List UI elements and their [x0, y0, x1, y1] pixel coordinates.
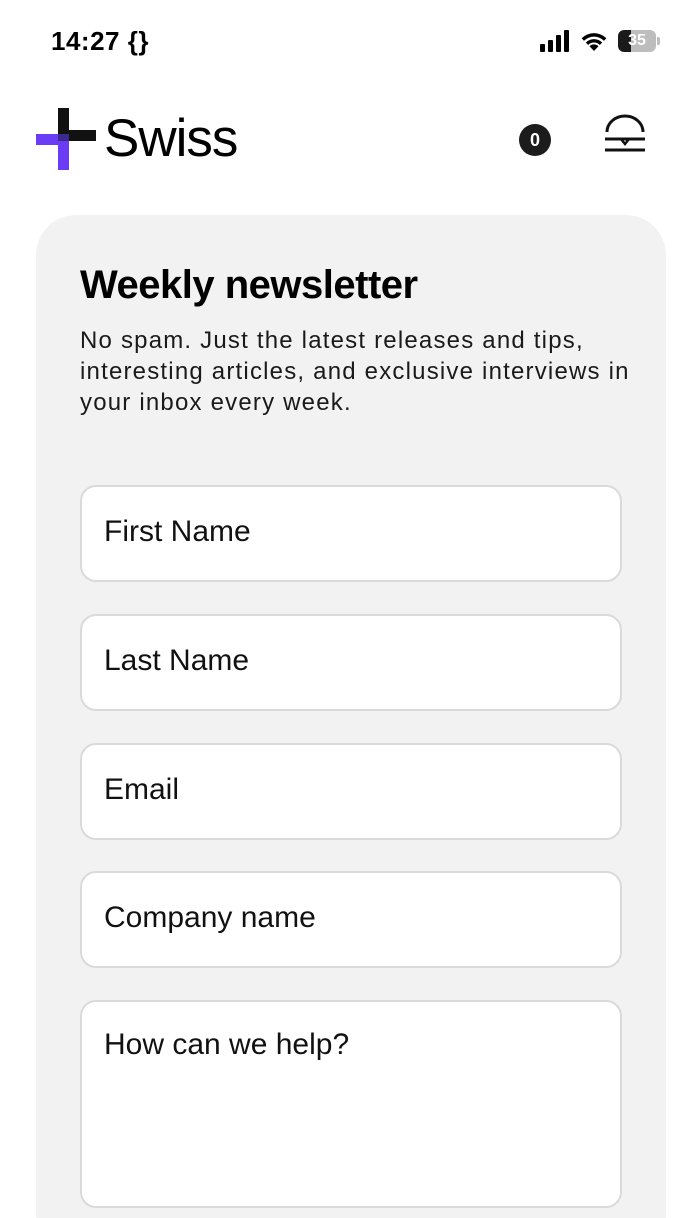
- email-field[interactable]: Email: [80, 743, 622, 840]
- last-name-field[interactable]: Last Name: [80, 614, 622, 711]
- company-name-field[interactable]: Company name: [80, 871, 622, 968]
- last-name-placeholder: Last Name: [104, 644, 250, 677]
- logo-mark-icon: [36, 108, 96, 170]
- cart-count-badge[interactable]: 0: [519, 124, 551, 156]
- status-icons: 35: [540, 28, 660, 54]
- company-name-placeholder: Company name: [104, 901, 316, 934]
- newsletter-title: Weekly newsletter: [80, 263, 418, 307]
- message-placeholder: How can we help?: [104, 1028, 350, 1061]
- status-bar: 14:27 {} 35: [0, 0, 678, 84]
- menu-icon[interactable]: [602, 110, 648, 156]
- first-name-placeholder: First Name: [104, 515, 251, 548]
- newsletter-description: No spam. Just the latest releases and ti…: [80, 327, 630, 416]
- newsletter-card: Weekly newsletter No spam. Just the late…: [36, 215, 666, 1218]
- email-placeholder: Email: [104, 773, 180, 806]
- status-time: 14:27 {}: [51, 26, 149, 56]
- logo[interactable]: Swiss: [36, 108, 238, 170]
- battery-icon: 35: [618, 29, 660, 53]
- signal-icon: [540, 30, 569, 52]
- site-header: Swiss 0: [0, 100, 678, 180]
- message-textarea[interactable]: How can we help?: [80, 1000, 622, 1208]
- wifi-icon: [581, 33, 607, 51]
- battery-level: 35: [628, 32, 646, 49]
- logo-text: Swiss: [104, 109, 238, 168]
- first-name-field[interactable]: First Name: [80, 485, 622, 582]
